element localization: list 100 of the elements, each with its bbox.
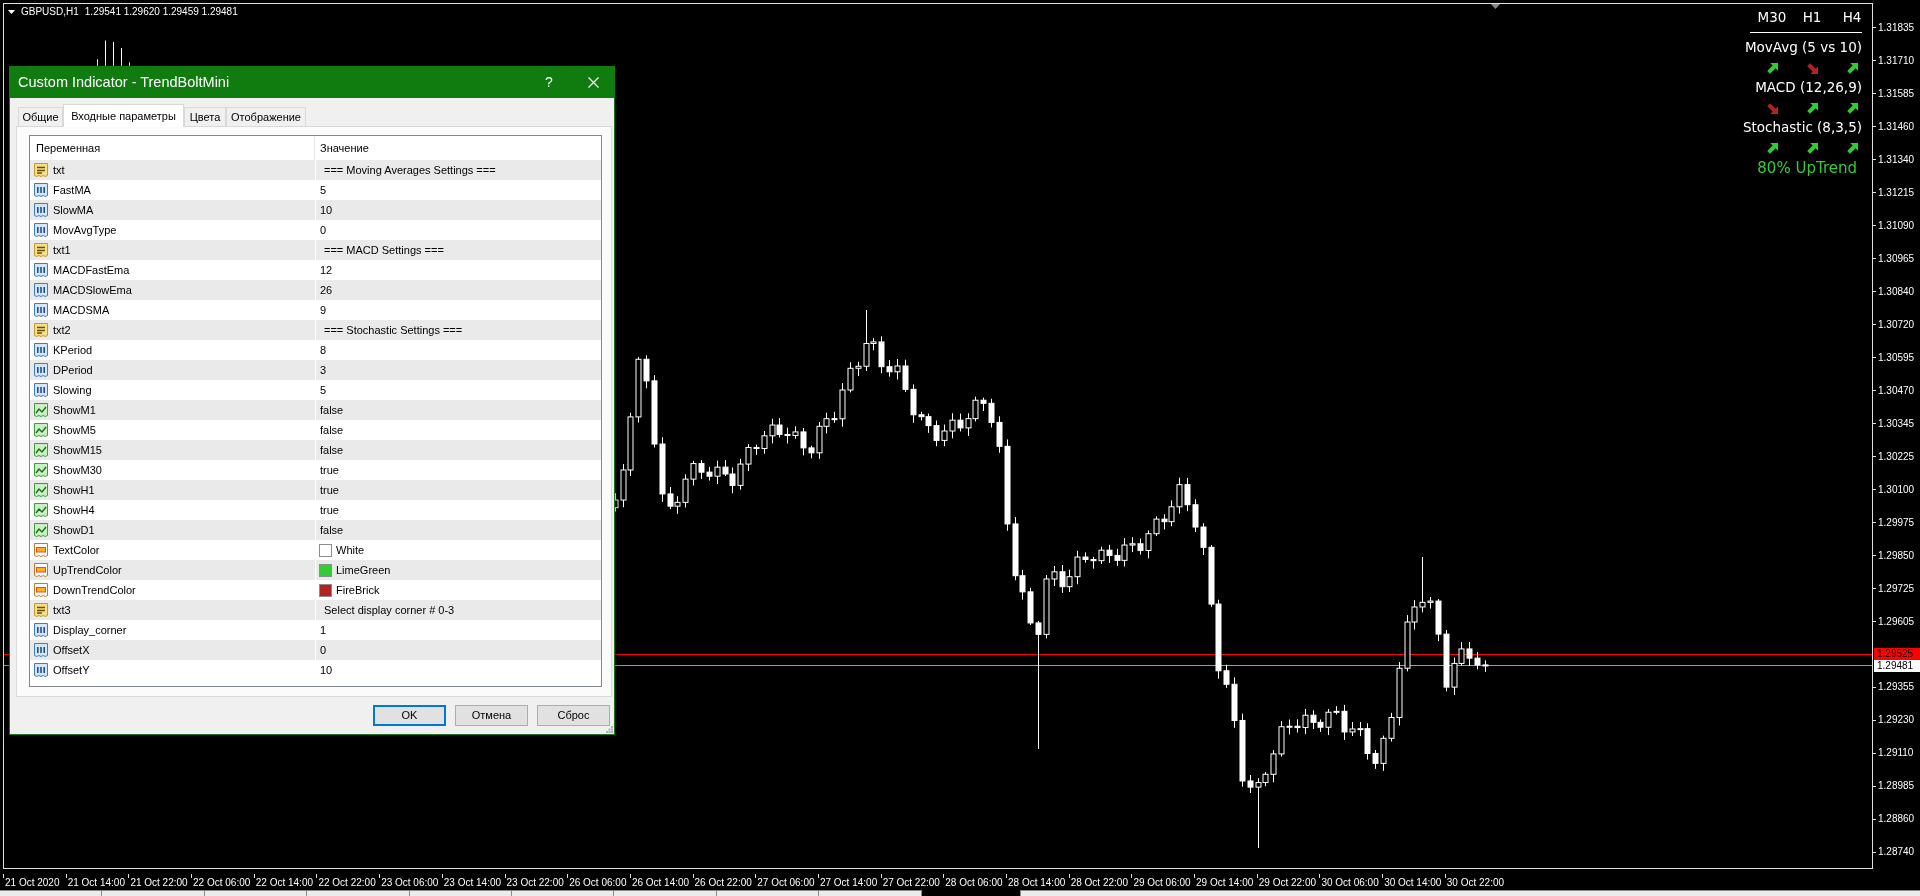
param-row[interactable]: txt3 Select display corner # 0-3 [30, 600, 601, 620]
window-tab[interactable] [102, 890, 205, 896]
price-label: 1.29850 [1873, 550, 1915, 561]
price-label: 1.31585 [1873, 88, 1915, 99]
price-label: 1.29110 [1873, 748, 1914, 759]
param-value[interactable]: false [320, 441, 344, 459]
time-label: 22 Oct 06:00 [191, 874, 251, 888]
chart-line-icon [33, 422, 49, 438]
help-button[interactable]: ? [526, 67, 572, 98]
param-name: SlowMA [53, 202, 94, 218]
text-tile-icon [33, 602, 49, 618]
price-label: 1.30100 [1873, 484, 1915, 495]
param-value[interactable]: true [320, 461, 339, 479]
time-label: 23 Oct 22:00 [504, 874, 564, 888]
param-value[interactable]: Select display corner # 0-3 [324, 601, 455, 619]
param-value[interactable]: === Moving Averages Settings === [324, 161, 496, 179]
param-row[interactable]: MACDSlowEma 26 [30, 280, 601, 300]
dialog-tab[interactable]: Входные параметры [63, 104, 184, 127]
triangle-marker-icon[interactable] [1491, 4, 1500, 9]
dialog-tab[interactable]: Отображение [226, 107, 306, 127]
param-value[interactable]: 26 [320, 281, 333, 299]
param-name: ShowM30 [53, 462, 102, 478]
param-row[interactable]: ShowD1 false [30, 520, 601, 540]
time-label: 23 Oct 06:00 [379, 874, 439, 888]
column-header[interactable]: Значение [315, 136, 601, 160]
reset-button[interactable]: Сброс [537, 705, 610, 726]
param-row[interactable]: txt === Moving Averages Settings === [30, 160, 601, 180]
param-value[interactable]: 0 [320, 221, 327, 239]
param-value[interactable]: FireBrick [336, 581, 380, 599]
param-value[interactable]: White [336, 541, 365, 559]
param-row[interactable]: SlowMA 10 [30, 200, 601, 220]
param-row[interactable]: OffsetX 0 [30, 640, 601, 660]
color-tile-icon [33, 582, 49, 598]
dialog-tab[interactable]: Общие [18, 107, 63, 127]
param-value[interactable]: 10 [320, 661, 333, 679]
param-value[interactable]: false [320, 421, 344, 439]
price-label: 1.31340 [1873, 154, 1915, 165]
param-value[interactable]: === MACD Settings === [324, 241, 444, 259]
param-value[interactable]: 1 [320, 621, 327, 639]
window-tab[interactable] [204, 890, 308, 896]
param-value[interactable]: 9 [320, 301, 327, 319]
param-row[interactable]: txt2 === Stochastic Settings === [30, 320, 601, 340]
param-row[interactable]: ShowM15 false [30, 440, 601, 460]
param-value[interactable]: LimeGreen [336, 561, 391, 579]
window-tab[interactable] [716, 890, 820, 896]
window-tab[interactable] [307, 890, 410, 896]
time-label: 22 Oct 22:00 [316, 874, 376, 888]
param-name: MACDFastEma [53, 262, 130, 278]
param-name: ShowM1 [53, 402, 96, 418]
param-value[interactable]: 0 [320, 641, 327, 659]
param-value[interactable]: 5 [320, 381, 327, 399]
param-value[interactable]: false [320, 401, 344, 419]
param-value[interactable]: false [320, 521, 344, 539]
param-value[interactable]: true [320, 501, 339, 519]
param-value[interactable]: true [320, 481, 339, 499]
symbol-label: GBPUSD,H1 [21, 7, 79, 17]
dialog-tab[interactable]: Цвета [184, 107, 226, 127]
caret-down-icon[interactable] [8, 10, 15, 14]
param-value[interactable]: 3 [320, 361, 327, 379]
window-tab[interactable] [0, 890, 103, 896]
param-row[interactable]: DPeriod 3 [30, 360, 601, 380]
timeframe-label: H4 [1842, 11, 1862, 25]
chart-line-icon [33, 502, 49, 518]
window-tab[interactable] [614, 890, 717, 896]
param-row[interactable]: ShowH1 true [30, 480, 601, 500]
window-tab[interactable] [511, 890, 615, 896]
param-value[interactable]: 10 [320, 201, 333, 219]
time-label: 30 Oct 06:00 [1319, 874, 1379, 888]
number-tile-icon [33, 342, 49, 358]
cancel-button[interactable]: Отмена [455, 705, 528, 726]
time-label: 28 Oct 22:00 [1068, 874, 1128, 888]
ok-button[interactable]: OK [373, 705, 446, 726]
number-tile-icon [33, 362, 49, 378]
time-label: 21 Oct 22:00 [128, 874, 188, 888]
window-tab[interactable] [409, 890, 512, 896]
indicator-label: MACD (12,26,9) [1755, 81, 1862, 95]
time-label: 27 Oct 14:00 [817, 874, 878, 888]
window-tab[interactable] [819, 890, 922, 896]
price-label: 1.31710 [1873, 55, 1915, 66]
candle-wick [105, 40, 106, 67]
number-tile-icon [33, 302, 49, 318]
param-row[interactable]: UpTrendColor LimeGreen [30, 560, 601, 580]
price-label: 1.29725 [1873, 583, 1915, 594]
param-name: ShowH4 [53, 502, 95, 518]
param-row[interactable]: txt1 === MACD Settings === [30, 240, 601, 260]
number-tile-icon [33, 622, 49, 638]
price-label: 1.30595 [1873, 352, 1915, 363]
time-label: 23 Oct 14:00 [441, 874, 502, 888]
param-row[interactable]: ShowM1 false [30, 400, 601, 420]
resize-grip-icon[interactable] [606, 726, 613, 733]
param-value[interactable]: 12 [320, 261, 333, 279]
candle-wick [121, 47, 122, 67]
chart-line-icon [33, 462, 49, 478]
param-value[interactable]: 5 [320, 181, 327, 199]
time-label: 26 Oct 06:00 [567, 874, 627, 888]
param-value[interactable]: 8 [320, 341, 327, 359]
param-value[interactable]: === Stochastic Settings === [324, 321, 463, 339]
price-label: 1.29230 [1873, 715, 1915, 726]
time-label: 26 Oct 14:00 [629, 874, 690, 888]
price-label: 1.30840 [1873, 286, 1915, 297]
